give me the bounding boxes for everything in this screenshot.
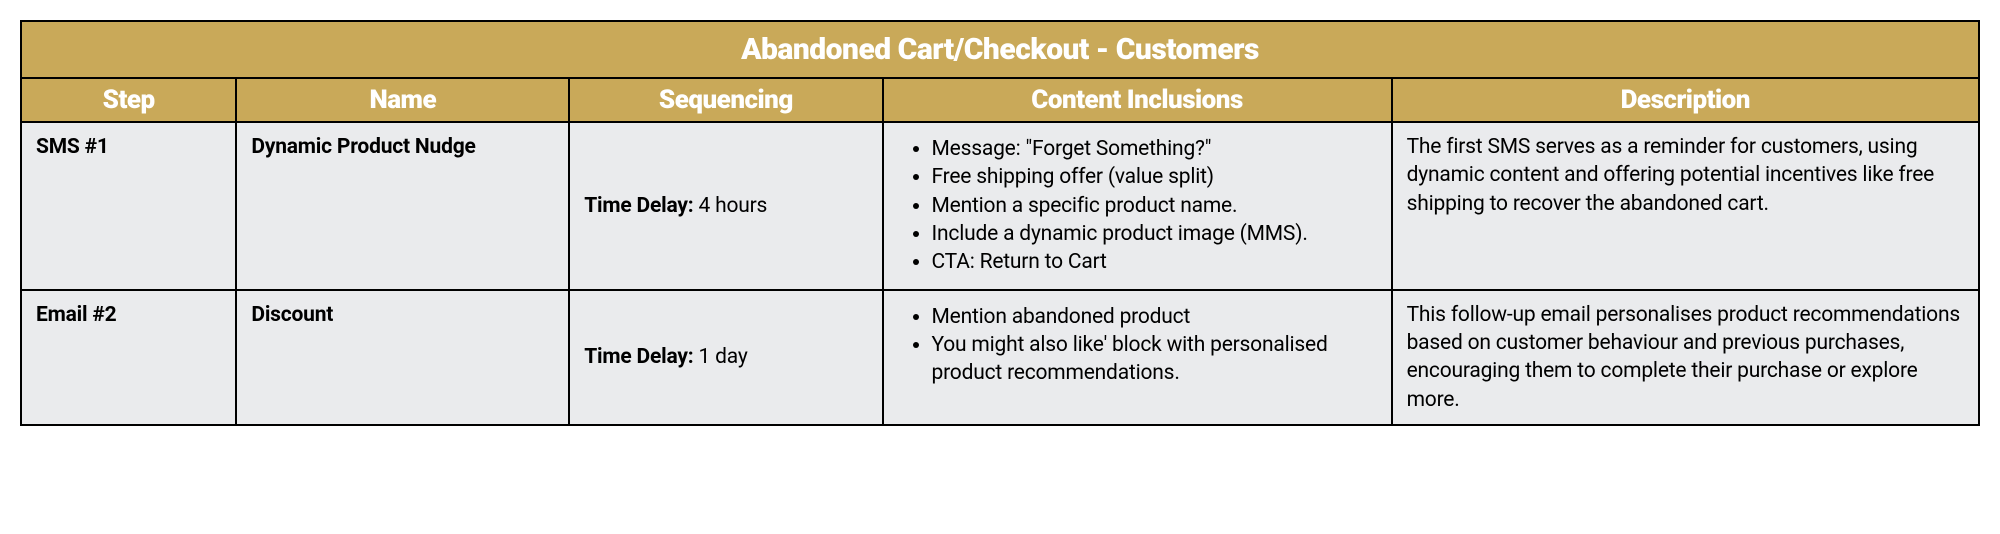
cell-content: Mention abandoned product You might also… [883, 290, 1392, 425]
list-item: Free shipping offer (value split) [932, 163, 1377, 191]
list-item: Mention abandoned product [932, 303, 1377, 331]
cell-sequencing: Time Delay: 1 day [569, 290, 882, 425]
cell-description: This follow-up email personalises produc… [1392, 290, 1979, 425]
cell-step: Email #2 [21, 290, 236, 425]
col-header-description: Description [1392, 78, 1979, 122]
sequencing-value: 1 day [699, 345, 748, 369]
cell-description: The first SMS serves as a reminder for c… [1392, 122, 1979, 290]
table-body: SMS #1 Dynamic Product Nudge Time Delay:… [21, 122, 1979, 425]
sequencing-value: 4 hours [699, 194, 768, 218]
list-item: Include a dynamic product image (MMS). [932, 220, 1377, 248]
table-header-row: Step Name Sequencing Content Inclusions … [21, 78, 1979, 122]
list-item: Mention a specific product name. [932, 192, 1377, 220]
col-header-step: Step [21, 78, 236, 122]
cell-content: Message: "Forget Something?" Free shippi… [883, 122, 1392, 290]
table-row: SMS #1 Dynamic Product Nudge Time Delay:… [21, 122, 1979, 290]
cell-sequencing: Time Delay: 4 hours [569, 122, 882, 290]
col-header-content: Content Inclusions [883, 78, 1392, 122]
table-title: Abandoned Cart/Checkout - Customers [21, 21, 1979, 78]
content-list: Message: "Forget Something?" Free shippi… [898, 135, 1377, 277]
table-row: Email #2 Discount Time Delay: 1 day Ment… [21, 290, 1979, 425]
campaign-table: Abandoned Cart/Checkout - Customers Step… [20, 20, 1980, 426]
cell-name: Discount [236, 290, 569, 425]
list-item: CTA: Return to Cart [932, 248, 1377, 276]
table-title-row: Abandoned Cart/Checkout - Customers [21, 21, 1979, 78]
col-header-sequencing: Sequencing [569, 78, 882, 122]
sequencing-label: Time Delay: [584, 345, 693, 369]
sequencing-label: Time Delay: [584, 194, 693, 218]
list-item: You might also like' block with personal… [932, 331, 1377, 388]
cell-step: SMS #1 [21, 122, 236, 290]
cell-name: Dynamic Product Nudge [236, 122, 569, 290]
content-list: Mention abandoned product You might also… [898, 303, 1377, 388]
col-header-name: Name [236, 78, 569, 122]
list-item: Message: "Forget Something?" [932, 135, 1377, 163]
